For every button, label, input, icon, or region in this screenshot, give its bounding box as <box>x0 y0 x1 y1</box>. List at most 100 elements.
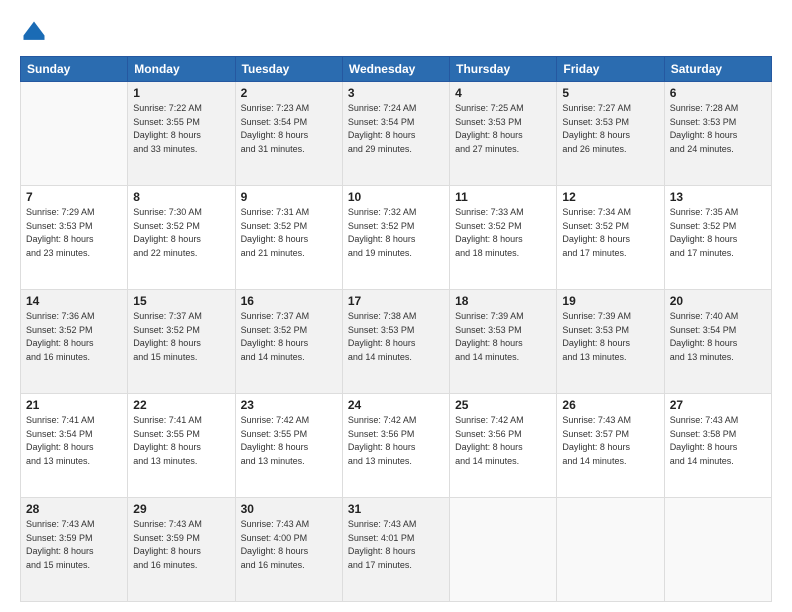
calendar-cell: 1 Sunrise: 7:22 AM Sunset: 3:55 PM Daylig… <box>128 82 235 186</box>
calendar-cell: 27 Sunrise: 7:43 AM Sunset: 3:58 PM Dayli… <box>664 394 771 498</box>
day-info: Sunrise: 7:25 AM Sunset: 3:53 PM Dayligh… <box>455 102 551 156</box>
calendar-cell <box>450 498 557 602</box>
column-header-monday: Monday <box>128 57 235 82</box>
day-info: Sunrise: 7:23 AM Sunset: 3:54 PM Dayligh… <box>241 102 337 156</box>
day-info: Sunrise: 7:43 AM Sunset: 3:59 PM Dayligh… <box>133 518 229 572</box>
column-header-tuesday: Tuesday <box>235 57 342 82</box>
day-number: 12 <box>562 190 658 204</box>
column-header-saturday: Saturday <box>664 57 771 82</box>
day-info: Sunrise: 7:40 AM Sunset: 3:54 PM Dayligh… <box>670 310 766 364</box>
day-info: Sunrise: 7:34 AM Sunset: 3:52 PM Dayligh… <box>562 206 658 260</box>
day-info: Sunrise: 7:42 AM Sunset: 3:55 PM Dayligh… <box>241 414 337 468</box>
calendar-cell: 20 Sunrise: 7:40 AM Sunset: 3:54 PM Dayli… <box>664 290 771 394</box>
calendar-cell: 13 Sunrise: 7:35 AM Sunset: 3:52 PM Dayli… <box>664 186 771 290</box>
calendar-cell <box>21 82 128 186</box>
day-number: 20 <box>670 294 766 308</box>
header <box>20 18 772 46</box>
calendar-cell: 6 Sunrise: 7:28 AM Sunset: 3:53 PM Daylig… <box>664 82 771 186</box>
day-info: Sunrise: 7:37 AM Sunset: 3:52 PM Dayligh… <box>133 310 229 364</box>
day-number: 18 <box>455 294 551 308</box>
calendar-cell: 21 Sunrise: 7:41 AM Sunset: 3:54 PM Dayli… <box>21 394 128 498</box>
day-info: Sunrise: 7:36 AM Sunset: 3:52 PM Dayligh… <box>26 310 122 364</box>
day-number: 30 <box>241 502 337 516</box>
calendar-cell: 15 Sunrise: 7:37 AM Sunset: 3:52 PM Dayli… <box>128 290 235 394</box>
logo <box>20 18 52 46</box>
day-number: 16 <box>241 294 337 308</box>
day-info: Sunrise: 7:38 AM Sunset: 3:53 PM Dayligh… <box>348 310 444 364</box>
day-number: 21 <box>26 398 122 412</box>
day-info: Sunrise: 7:42 AM Sunset: 3:56 PM Dayligh… <box>348 414 444 468</box>
column-header-thursday: Thursday <box>450 57 557 82</box>
day-info: Sunrise: 7:41 AM Sunset: 3:55 PM Dayligh… <box>133 414 229 468</box>
column-header-friday: Friday <box>557 57 664 82</box>
day-number: 28 <box>26 502 122 516</box>
day-info: Sunrise: 7:39 AM Sunset: 3:53 PM Dayligh… <box>455 310 551 364</box>
day-info: Sunrise: 7:35 AM Sunset: 3:52 PM Dayligh… <box>670 206 766 260</box>
day-number: 1 <box>133 86 229 100</box>
day-number: 9 <box>241 190 337 204</box>
day-number: 14 <box>26 294 122 308</box>
calendar-cell: 31 Sunrise: 7:43 AM Sunset: 4:01 PM Dayli… <box>342 498 449 602</box>
calendar-cell: 14 Sunrise: 7:36 AM Sunset: 3:52 PM Dayli… <box>21 290 128 394</box>
calendar-cell: 25Sunrise: 7:42 AM Sunset: 3:56 PM Dayli… <box>450 394 557 498</box>
day-info: Sunrise: 7:33 AM Sunset: 3:52 PM Dayligh… <box>455 206 551 260</box>
day-number: 3 <box>348 86 444 100</box>
calendar-cell: 16 Sunrise: 7:37 AM Sunset: 3:52 PM Dayli… <box>235 290 342 394</box>
day-info: Sunrise: 7:28 AM Sunset: 3:53 PM Dayligh… <box>670 102 766 156</box>
day-number: 11 <box>455 190 551 204</box>
day-number: 25 <box>455 398 551 412</box>
day-number: 8 <box>133 190 229 204</box>
calendar-table: SundayMondayTuesdayWednesdayThursdayFrid… <box>20 56 772 602</box>
calendar-cell: 7Sunrise: 7:29 AM Sunset: 3:53 PM Daylig… <box>21 186 128 290</box>
calendar-cell: 17 Sunrise: 7:38 AM Sunset: 3:53 PM Dayli… <box>342 290 449 394</box>
column-header-sunday: Sunday <box>21 57 128 82</box>
column-header-wednesday: Wednesday <box>342 57 449 82</box>
page: SundayMondayTuesdayWednesdayThursdayFrid… <box>0 0 792 612</box>
day-number: 15 <box>133 294 229 308</box>
calendar-cell: 4Sunrise: 7:25 AM Sunset: 3:53 PM Daylig… <box>450 82 557 186</box>
day-number: 17 <box>348 294 444 308</box>
day-number: 7 <box>26 190 122 204</box>
calendar-cell <box>557 498 664 602</box>
day-info: Sunrise: 7:27 AM Sunset: 3:53 PM Dayligh… <box>562 102 658 156</box>
day-number: 2 <box>241 86 337 100</box>
calendar-cell: 5 Sunrise: 7:27 AM Sunset: 3:53 PM Daylig… <box>557 82 664 186</box>
day-info: Sunrise: 7:22 AM Sunset: 3:55 PM Dayligh… <box>133 102 229 156</box>
day-number: 13 <box>670 190 766 204</box>
day-info: Sunrise: 7:43 AM Sunset: 4:01 PM Dayligh… <box>348 518 444 572</box>
day-info: Sunrise: 7:41 AM Sunset: 3:54 PM Dayligh… <box>26 414 122 468</box>
calendar-cell: 9 Sunrise: 7:31 AM Sunset: 3:52 PM Daylig… <box>235 186 342 290</box>
day-number: 22 <box>133 398 229 412</box>
calendar-cell: 28 Sunrise: 7:43 AM Sunset: 3:59 PM Dayli… <box>21 498 128 602</box>
day-info: Sunrise: 7:43 AM Sunset: 3:57 PM Dayligh… <box>562 414 658 468</box>
day-info: Sunrise: 7:43 AM Sunset: 4:00 PM Dayligh… <box>241 518 337 572</box>
calendar-cell: 23 Sunrise: 7:42 AM Sunset: 3:55 PM Dayli… <box>235 394 342 498</box>
calendar-cell: 11 Sunrise: 7:33 AM Sunset: 3:52 PM Dayli… <box>450 186 557 290</box>
day-number: 31 <box>348 502 444 516</box>
day-number: 27 <box>670 398 766 412</box>
day-info: Sunrise: 7:37 AM Sunset: 3:52 PM Dayligh… <box>241 310 337 364</box>
calendar-cell: 8 Sunrise: 7:30 AM Sunset: 3:52 PM Daylig… <box>128 186 235 290</box>
day-info: Sunrise: 7:31 AM Sunset: 3:52 PM Dayligh… <box>241 206 337 260</box>
calendar-cell: 24 Sunrise: 7:42 AM Sunset: 3:56 PM Dayli… <box>342 394 449 498</box>
calendar-cell: 3 Sunrise: 7:24 AM Sunset: 3:54 PM Daylig… <box>342 82 449 186</box>
day-number: 29 <box>133 502 229 516</box>
calendar-cell: 12 Sunrise: 7:34 AM Sunset: 3:52 PM Dayli… <box>557 186 664 290</box>
day-info: Sunrise: 7:39 AM Sunset: 3:53 PM Dayligh… <box>562 310 658 364</box>
logo-icon <box>20 18 48 46</box>
day-info: Sunrise: 7:43 AM Sunset: 3:59 PM Dayligh… <box>26 518 122 572</box>
calendar-cell: 19Sunrise: 7:39 AM Sunset: 3:53 PM Dayli… <box>557 290 664 394</box>
day-info: Sunrise: 7:43 AM Sunset: 3:58 PM Dayligh… <box>670 414 766 468</box>
day-number: 5 <box>562 86 658 100</box>
day-number: 10 <box>348 190 444 204</box>
calendar-cell: 29 Sunrise: 7:43 AM Sunset: 3:59 PM Dayli… <box>128 498 235 602</box>
day-number: 24 <box>348 398 444 412</box>
day-number: 23 <box>241 398 337 412</box>
day-info: Sunrise: 7:32 AM Sunset: 3:52 PM Dayligh… <box>348 206 444 260</box>
day-info: Sunrise: 7:24 AM Sunset: 3:54 PM Dayligh… <box>348 102 444 156</box>
calendar-cell: 26 Sunrise: 7:43 AM Sunset: 3:57 PM Dayli… <box>557 394 664 498</box>
day-info: Sunrise: 7:30 AM Sunset: 3:52 PM Dayligh… <box>133 206 229 260</box>
calendar-cell: 10 Sunrise: 7:32 AM Sunset: 3:52 PM Dayli… <box>342 186 449 290</box>
day-number: 6 <box>670 86 766 100</box>
day-number: 26 <box>562 398 658 412</box>
